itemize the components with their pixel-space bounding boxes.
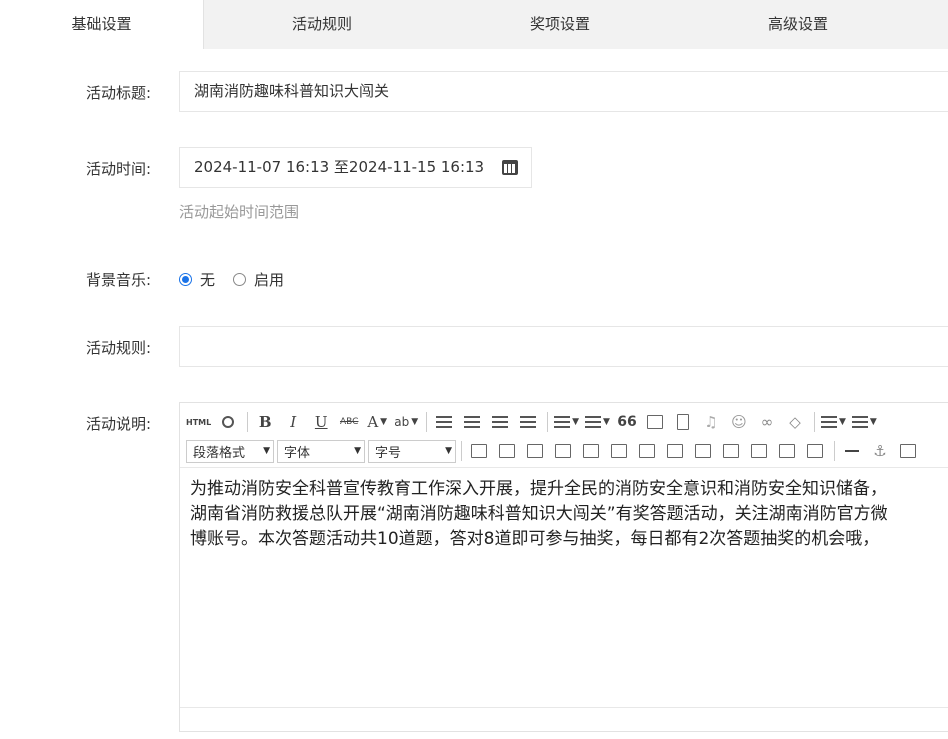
highlight-color-button[interactable]: ab ▼ [394,411,418,433]
eraser-icon[interactable]: ◇ [784,411,806,433]
delete-row-icon[interactable] [748,440,770,462]
line-height-icon[interactable]: ▼ [820,411,846,433]
split-cell-icon[interactable] [636,440,658,462]
rules-label: 活动规则: [85,339,151,357]
time-range-input[interactable]: 2024-11-07 16:13 至2024-11-15 16:13 [179,147,532,188]
anchor-icon[interactable]: ⚓ [869,440,891,462]
content-line: 为推动消防安全科普宣传教育工作深入开展，提升全民的消防安全意识和消防安全知识储备… [190,479,887,499]
toolbar-separator [461,441,462,461]
insert-table-icon[interactable] [468,440,490,462]
strikethrough-button[interactable]: ABC [338,411,360,433]
align-left-icon[interactable] [433,411,455,433]
insert-title-row-icon[interactable] [524,440,546,462]
time-range-value: 2024-11-07 16:13 至2024-11-15 16:13 [194,158,485,176]
underline-button[interactable]: U [310,411,332,433]
font-family-value: 字体 [284,445,311,461]
html-source-button[interactable]: HTML [186,411,211,433]
music-none-radio[interactable] [179,272,192,286]
time-label: 活动时间: [85,160,151,178]
tab-bar: 基础设置 活动规则 奖项设置 高级设置 [0,0,948,49]
toolbar-separator [247,412,249,432]
editor-toolbar: HTML B I U ABC A▼ ab▼ ▼ ▼ 66 ♫ ☺ ∞ ◇ ▼ [180,403,948,468]
toolbar-separator [834,441,835,461]
music-label: 背景音乐: [85,271,151,289]
calendar-icon[interactable] [502,160,518,175]
video-icon[interactable] [672,411,694,433]
chevron-down-icon: ▼ [445,445,452,456]
tab-basic-settings[interactable]: 基础设置 [0,0,204,49]
toolbar-separator [547,412,549,432]
rules-input[interactable] [179,326,948,367]
link-icon[interactable]: ∞ [756,411,778,433]
content-line: 博账号。本次答题活动共10道题，答对8道即可参与抽奖，每日都有2次答题抽奖的机会… [190,529,880,549]
font-color-label: A [367,413,379,431]
font-family-select[interactable]: 字体 ▼ [277,439,365,463]
toolbar-separator [426,412,428,432]
music-enable-label[interactable]: 启用 [254,269,284,290]
table-properties-icon[interactable] [496,440,518,462]
insert-column-before-icon[interactable] [580,440,602,462]
image-icon[interactable] [644,411,666,433]
music-icon[interactable]: ♫ [700,411,722,433]
merge-right-icon[interactable] [692,440,714,462]
merge-cells-icon[interactable] [664,440,686,462]
highlight-color-label: ab [394,415,410,429]
blockquote-button[interactable]: 66 [616,411,638,433]
align-center-icon[interactable] [461,411,483,433]
horizontal-rule-icon[interactable] [841,440,863,462]
font-size-value: 字号 [375,445,402,461]
bold-button[interactable]: B [254,411,276,433]
title-input[interactable]: 湖南消防趣味科普知识大闯关 [179,71,948,112]
preview-icon[interactable] [217,411,239,433]
tab-prize-settings[interactable]: 奖项设置 [458,0,662,49]
music-radio-group: 无 启用 [179,266,298,292]
font-size-select[interactable]: 字号 ▼ [368,439,456,463]
merge-down-icon[interactable] [720,440,742,462]
align-right-icon[interactable] [489,411,511,433]
emoji-icon[interactable]: ☺ [728,411,750,433]
delete-column-icon[interactable] [776,440,798,462]
toolbar-separator [813,412,815,432]
chevron-down-icon: ▼ [380,417,388,427]
editor-footer [180,707,948,731]
unordered-list-icon[interactable]: ▼ [585,411,610,433]
insert-frame-icon[interactable] [897,440,919,462]
description-label: 活动说明: [85,415,151,433]
chevron-down-icon: ▼ [411,417,419,427]
content-line: 湖南省消防救援总队开展“湖南消防趣味科普知识大闯关”有奖答题活动，关注湖南消防官… [190,504,888,524]
align-justify-icon[interactable] [517,411,539,433]
toolbar-row-1: HTML B I U ABC A▼ ab▼ ▼ ▼ 66 ♫ ☺ ∞ ◇ ▼ [186,410,883,434]
chevron-down-icon: ▼ [354,445,361,456]
tab-advanced-settings[interactable]: 高级设置 [696,0,900,49]
italic-button[interactable]: I [282,411,304,433]
music-none-label[interactable]: 无 [200,269,215,290]
rich-text-editor: HTML B I U ABC A▼ ab▼ ▼ ▼ 66 ♫ ☺ ∞ ◇ ▼ [179,402,948,732]
paragraph-format-value: 段落格式 [193,445,246,461]
paragraph-spacing-icon[interactable]: ▼ [851,411,877,433]
delete-table-icon[interactable] [804,440,826,462]
time-hint: 活动起始时间范围 [179,203,300,221]
title-label: 活动标题: [85,84,151,102]
insert-row-icon[interactable] [552,440,574,462]
editor-content[interactable]: 为推动消防安全科普宣传教育工作深入开展，提升全民的消防安全意识和消防安全知识储备… [190,477,948,552]
toolbar-row-2: 段落格式 ▼ 字体 ▼ 字号 ▼ ⚓ [186,439,925,463]
tab-activity-rules[interactable]: 活动规则 [220,0,424,49]
chevron-down-icon: ▼ [263,445,270,456]
ordered-list-icon[interactable]: ▼ [554,411,579,433]
font-color-button[interactable]: A ▼ [366,411,388,433]
paragraph-format-select[interactable]: 段落格式 ▼ [186,439,274,463]
insert-column-after-icon[interactable] [608,440,630,462]
music-enable-radio[interactable] [233,272,247,286]
